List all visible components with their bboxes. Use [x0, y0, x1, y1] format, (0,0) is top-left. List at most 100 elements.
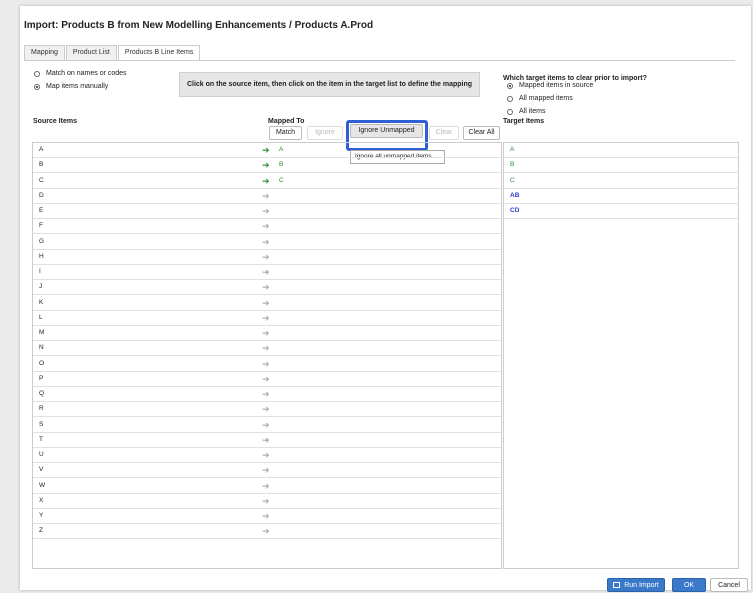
radio-icon[interactable]	[34, 70, 40, 77]
arrow-right-icon: ➔	[262, 190, 270, 201]
source-item-label: L	[39, 313, 43, 321]
mapped-to-value: A	[279, 146, 284, 153]
table-row[interactable]: I ➔	[33, 265, 501, 280]
source-item-label: F	[39, 222, 43, 230]
arrow-right-icon: ➔	[262, 465, 270, 476]
table-row[interactable]: F ➔	[33, 219, 501, 235]
source-item-label: U	[39, 451, 44, 458]
table-row[interactable]: B ➔ B	[33, 158, 501, 174]
arrow-right-icon: ➔	[262, 145, 270, 155]
target-items-list[interactable]: A B C AB CD	[503, 142, 739, 569]
mapped-to-header: Mapped To	[268, 118, 305, 125]
table-row[interactable]: U ➔	[33, 448, 501, 463]
clear-all-mapped-option[interactable]: All mapped items	[507, 95, 573, 102]
table-row[interactable]: J ➔	[33, 280, 501, 296]
arrow-right-icon: ➔	[262, 419, 270, 430]
table-row[interactable]: C ➔ C	[33, 174, 501, 189]
table-row[interactable]: K ➔	[33, 296, 501, 311]
source-item-label: R	[39, 405, 44, 413]
table-row[interactable]: A ➔ A	[33, 143, 501, 158]
arrow-right-icon: ➔	[262, 267, 270, 277]
target-item[interactable]: B	[504, 158, 738, 174]
arrow-right-icon: ➔	[262, 328, 270, 338]
table-row[interactable]: P ➔	[33, 372, 501, 387]
source-item-label: S	[39, 420, 44, 428]
arrow-right-icon: ➔	[262, 495, 270, 506]
source-item-label: N	[39, 344, 44, 352]
dialog-title: Import: Products B from New Modelling En…	[24, 20, 374, 31]
arrow-right-icon: ➔	[262, 434, 270, 445]
tab-product-list[interactable]: Product List	[65, 45, 117, 60]
arrow-right-icon: ➔	[262, 450, 270, 460]
table-row[interactable]: L ➔	[33, 311, 501, 326]
source-items-list[interactable]: A ➔ A B ➔ B C ➔ C D ➔ E ➔ F ➔ G ➔ H ➔ I ➔ J ➔ K ➔ L ➔ M ➔ N ➔ O ➔ P ➔ Q ➔ R ➔ S…	[32, 142, 502, 569]
match-button[interactable]: Match	[269, 126, 302, 140]
table-row[interactable]: N ➔	[33, 341, 501, 357]
option-label: Match on names or codes	[46, 70, 127, 77]
table-row[interactable]: O ➔	[33, 357, 501, 372]
instruction-banner: Click on the source item, then click on …	[179, 72, 480, 97]
arrow-right-icon: ➔	[262, 373, 270, 384]
arrow-right-icon: ➔	[262, 297, 270, 308]
map-manually-option[interactable]: Map items manually	[34, 83, 108, 90]
table-row[interactable]: Y ➔	[33, 509, 501, 524]
source-items-header: Source Items	[33, 118, 77, 125]
table-row[interactable]: D ➔	[33, 189, 501, 204]
radio-icon[interactable]	[507, 108, 513, 115]
table-row[interactable]: V ➔	[33, 463, 501, 479]
radio-checked-icon[interactable]	[507, 82, 513, 89]
tab-mapping[interactable]: Mapping	[24, 45, 65, 60]
target-item[interactable]: C	[504, 174, 738, 189]
table-row[interactable]: X ➔	[33, 494, 501, 509]
table-row[interactable]: M ➔	[33, 326, 501, 341]
source-item-label: A	[39, 146, 44, 153]
mapped-to-value: C	[279, 176, 284, 184]
table-row[interactable]: G ➔	[33, 235, 501, 250]
source-item-label: Y	[39, 512, 44, 519]
table-row[interactable]: S ➔	[33, 418, 501, 433]
source-item-label: H	[39, 252, 44, 260]
table-row[interactable]: E ➔	[33, 204, 501, 219]
arrow-right-icon: ➔	[262, 312, 270, 323]
source-item-label: C	[39, 176, 44, 184]
tab-line-items[interactable]: Products B Line Items	[117, 45, 201, 61]
arrow-right-icon: ➔	[262, 206, 270, 216]
arrow-right-icon: ➔	[262, 175, 270, 186]
clear-all-items-option[interactable]: All items	[507, 108, 545, 115]
target-item[interactable]: CD	[504, 204, 738, 219]
tab-bar: Mapping Product List Products B Line Ite…	[24, 45, 201, 61]
clear-mapped-source-option[interactable]: Mapped items in source	[507, 82, 593, 89]
source-item-label: D	[39, 191, 44, 199]
arrow-right-icon: ➔	[262, 480, 270, 491]
target-items-header: Target Items	[503, 118, 545, 125]
source-item-label: O	[39, 359, 45, 367]
arrow-right-icon: ➔	[262, 282, 270, 293]
table-row[interactable]: T ➔	[33, 433, 501, 448]
source-item-label: E	[39, 207, 44, 214]
source-item-label: J	[39, 283, 43, 291]
radio-checked-icon[interactable]	[34, 83, 40, 90]
table-row[interactable]: W ➔	[33, 479, 501, 494]
tab-divider	[24, 60, 735, 61]
source-item-label: Z	[39, 527, 43, 535]
table-row[interactable]: H ➔	[33, 250, 501, 265]
mapped-to-value: B	[279, 161, 284, 169]
table-row[interactable]: Z ➔	[33, 524, 501, 540]
arrow-right-icon: ➔	[262, 221, 270, 232]
source-item-label: K	[39, 298, 44, 306]
source-item-label: T	[39, 435, 43, 443]
source-item-label: G	[39, 237, 45, 245]
target-item[interactable]: A	[504, 143, 738, 158]
target-item[interactable]: AB	[504, 189, 738, 204]
arrow-right-icon: ➔	[262, 404, 270, 415]
ignore-button[interactable]: Ignore	[307, 126, 343, 140]
option-label: Mapped items in source	[519, 82, 594, 89]
import-dialog: Import: Products B from New Modelling En…	[20, 6, 751, 592]
radio-icon[interactable]	[507, 95, 513, 102]
arrow-right-icon: ➔	[262, 236, 270, 247]
table-row[interactable]: R ➔	[33, 402, 501, 418]
match-names-option[interactable]: Match on names or codes	[34, 70, 127, 77]
clear-all-button[interactable]: Clear All	[463, 126, 500, 140]
clear-button[interactable]: Clear	[429, 126, 459, 140]
table-row[interactable]: Q ➔	[33, 387, 501, 402]
